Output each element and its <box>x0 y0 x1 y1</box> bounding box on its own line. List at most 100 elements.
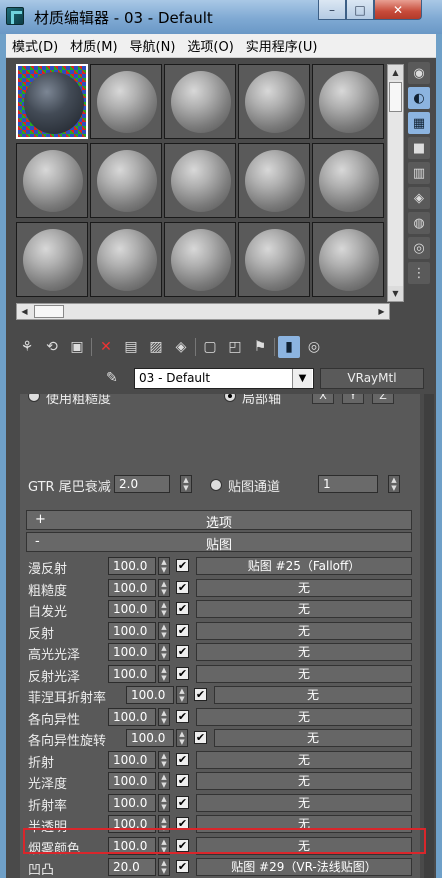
scroll-down-icon[interactable]: ▼ <box>388 286 403 301</box>
scroll-left-icon[interactable]: ◀ <box>17 304 32 319</box>
map-amount-spinner[interactable]: ▲ ▼ <box>158 772 170 790</box>
slots-horizontal-scrollbar[interactable]: ◀ ▶ <box>16 303 390 320</box>
map-slot-button[interactable]: 贴图 #29（VR-法线贴图） <box>196 858 412 876</box>
get-material-icon[interactable]: ⚘ <box>16 336 38 358</box>
menu-options[interactable]: 选项(O) <box>181 36 239 55</box>
gtr-spinner[interactable]: ▲ ▼ <box>180 475 192 493</box>
map-amount-field[interactable]: 100.0 <box>108 578 156 597</box>
map-amount-field[interactable]: 100.0 <box>108 772 156 790</box>
map-enable-checkbox[interactable]: ✔ <box>176 860 189 873</box>
material-slot[interactable] <box>312 222 384 297</box>
map-amount-spinner[interactable]: ▲ ▼ <box>158 621 170 640</box>
map-amount-field[interactable]: 100.0 <box>108 600 156 618</box>
map-amount-field[interactable]: 100.0 <box>108 750 156 769</box>
map-enable-checkbox[interactable]: ✔ <box>176 580 189 594</box>
map-enable-checkbox[interactable]: ✔ <box>176 774 189 787</box>
scroll-right-icon[interactable]: ▶ <box>374 304 389 319</box>
scroll-up-icon[interactable]: ▲ <box>388 65 403 80</box>
material-slot[interactable] <box>90 222 162 297</box>
map-slot-button[interactable]: 无 <box>196 621 412 640</box>
library-icon[interactable]: ◈ <box>170 336 192 358</box>
material-name-field[interactable]: 03 - Default <box>134 368 314 389</box>
map-amount-field[interactable]: 100.0 <box>108 664 156 683</box>
map-amount-field[interactable]: 100.0 <box>108 557 156 575</box>
backlight-icon[interactable]: ◐ <box>408 87 430 109</box>
map-slot-button[interactable]: 无 <box>196 772 412 790</box>
material-slot[interactable] <box>238 222 310 297</box>
options-rollout[interactable]: + 选项 <box>26 510 412 531</box>
map-amount-spinner[interactable]: ▲ ▼ <box>176 686 188 704</box>
map-amount-field[interactable]: 100.0 <box>126 729 174 747</box>
sphere-icon[interactable]: ◉ <box>408 62 430 84</box>
axis-y-button[interactable]: Y <box>342 394 364 404</box>
axis-x-button[interactable]: X <box>312 394 334 404</box>
map-slot-button[interactable]: 无 <box>196 643 412 661</box>
select-by-material-icon[interactable]: ⋮ <box>408 262 430 284</box>
material-slot[interactable] <box>164 143 236 218</box>
map-amount-spinner[interactable]: ▲ ▼ <box>176 729 188 747</box>
map-enable-checkbox[interactable]: ✔ <box>176 752 189 766</box>
map-slot-button[interactable]: 无 <box>196 793 412 812</box>
map-amount-spinner[interactable]: ▲ ▼ <box>158 664 170 683</box>
map-slot-button[interactable]: 无 <box>196 664 412 683</box>
material-slot[interactable] <box>90 64 162 139</box>
material-slot[interactable] <box>164 64 236 139</box>
unique-icon[interactable]: ▨ <box>145 336 167 358</box>
menu-material[interactable]: 材质(M) <box>64 36 123 55</box>
scroll-thumb-h[interactable] <box>34 305 64 318</box>
map-slot-button[interactable]: 无 <box>196 578 412 597</box>
menu-navigation[interactable]: 导航(N) <box>124 36 182 55</box>
map-slot-button[interactable]: 无 <box>214 686 412 704</box>
local-axis-radio[interactable] <box>224 394 236 402</box>
assign-icon[interactable]: ▣ <box>66 336 88 358</box>
show-end-result-icon[interactable]: ⚑ <box>249 336 271 358</box>
sample-uv-icon[interactable]: ▥ <box>408 162 430 184</box>
checker-icon[interactable]: ▦ <box>408 112 430 134</box>
map-enable-checkbox[interactable]: ✔ <box>176 666 189 680</box>
menu-utilities[interactable]: 实用程序(U) <box>240 36 324 55</box>
map-enable-checkbox[interactable]: ✔ <box>176 623 189 637</box>
panel-scrollbar[interactable] <box>424 394 434 878</box>
material-slot[interactable] <box>16 143 88 218</box>
go-parent-icon[interactable]: ▮ <box>278 336 300 358</box>
map-amount-field[interactable]: 100.0 <box>108 707 156 726</box>
map-amount-spinner[interactable]: ▲ ▼ <box>158 750 170 769</box>
maps-rollout[interactable]: - 贴图 <box>26 532 412 553</box>
material-slot[interactable] <box>312 143 384 218</box>
map-channel-field[interactable]: 1 <box>318 475 378 493</box>
map-enable-checkbox[interactable]: ✔ <box>176 645 189 658</box>
map-amount-spinner[interactable]: ▲ ▼ <box>158 643 170 661</box>
material-slot[interactable] <box>164 222 236 297</box>
preview-icon[interactable]: ◍ <box>408 212 430 234</box>
put-to-scene-icon[interactable]: ⟲ <box>41 336 63 358</box>
maximize-button[interactable]: □ <box>346 0 374 20</box>
use-roughness-radio[interactable] <box>28 394 40 402</box>
map-amount-spinner[interactable]: ▲ ▼ <box>158 600 170 618</box>
map-slot-button[interactable]: 无 <box>214 729 412 747</box>
map-enable-checkbox[interactable]: ✔ <box>194 731 207 744</box>
map-amount-spinner[interactable]: ▲ ▼ <box>158 858 170 876</box>
eyedropper-icon[interactable]: ✎ <box>106 370 124 388</box>
map-enable-checkbox[interactable]: ✔ <box>176 559 189 572</box>
map-enable-checkbox[interactable]: ✔ <box>176 602 189 615</box>
map-amount-spinner[interactable]: ▲ ▼ <box>158 707 170 726</box>
map-slot-button[interactable]: 无 <box>196 600 412 618</box>
map-amount-field[interactable]: 100.0 <box>108 621 156 640</box>
map-amount-spinner[interactable]: ▲ ▼ <box>158 578 170 597</box>
material-slot[interactable] <box>90 143 162 218</box>
axis-z-button[interactable]: Z <box>372 394 394 404</box>
map-channel-spinner[interactable]: ▲ ▼ <box>388 475 400 493</box>
background-icon[interactable]: ■ <box>408 137 430 159</box>
map-enable-checkbox[interactable]: ✔ <box>194 688 207 701</box>
material-slot[interactable] <box>238 64 310 139</box>
map-slot-button[interactable]: 无 <box>196 750 412 769</box>
map-slot-button[interactable]: 贴图 #25（Falloff） <box>196 557 412 575</box>
material-dropdown-icon[interactable]: ▼ <box>292 369 312 388</box>
menu-mode[interactable]: 模式(D) <box>6 36 64 55</box>
map-amount-field[interactable]: 100.0 <box>108 793 156 812</box>
map-amount-spinner[interactable]: ▲ ▼ <box>158 793 170 812</box>
show-map-icon[interactable]: ◰ <box>224 336 246 358</box>
material-slot[interactable] <box>16 64 88 139</box>
map-channel-radio[interactable] <box>210 479 222 491</box>
gtr-value-field[interactable]: 2.0 <box>114 475 170 493</box>
